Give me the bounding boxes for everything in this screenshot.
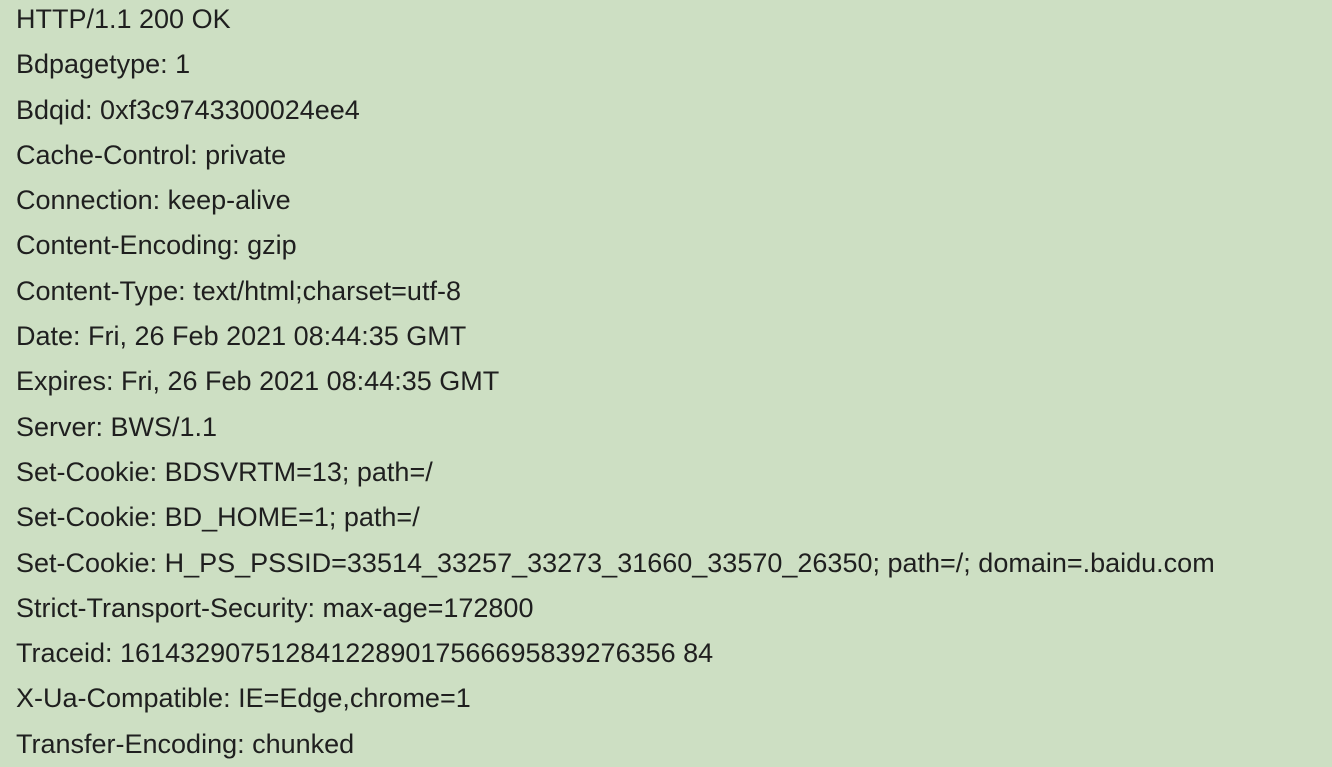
header-transfer-encoding: Transfer-Encoding: chunked xyxy=(16,722,1332,767)
header-x-ua-compatible: X-Ua-Compatible: IE=Edge,chrome=1 xyxy=(16,676,1332,721)
header-set-cookie-h-ps-pssid-text: Set-Cookie: H_PS_PSSID=33514_33257_33273… xyxy=(16,547,1215,578)
header-expires-text: Expires: Fri, 26 Feb 2021 08:44:35 GMT xyxy=(16,366,500,397)
header-bdqid-text: Bdqid: 0xf3c9743300024ee4 xyxy=(16,94,360,125)
header-cache-control-text: Cache-Control: private xyxy=(16,139,287,170)
header-set-cookie-h-ps-pssid: Set-Cookie: H_PS_PSSID=33514_33257_33273… xyxy=(16,541,1332,586)
header-x-ua-compatible-text: X-Ua-Compatible: IE=Edge,chrome=1 xyxy=(16,683,471,714)
header-strict-transport-security: Strict-Transport-Security: max-age=17280… xyxy=(16,586,1332,631)
header-set-cookie-bdsvrtm: Set-Cookie: BDSVRTM=13; path=/ xyxy=(16,450,1332,495)
header-bdpagetype: Bdpagetype: 1 xyxy=(16,42,1332,87)
header-traceid-text: Traceid: 1614329075128412289017566695839… xyxy=(16,638,714,669)
header-strict-transport-security-text: Strict-Transport-Security: max-age=17280… xyxy=(16,592,534,623)
header-content-encoding-text: Content-Encoding: gzip xyxy=(16,230,297,261)
header-content-encoding: Content-Encoding: gzip xyxy=(16,223,1332,268)
header-transfer-encoding-text: Transfer-Encoding: chunked xyxy=(16,728,355,759)
header-content-type: Content-Type: text/html;charset=utf-8 xyxy=(16,269,1332,314)
header-bdpagetype-text: Bdpagetype: 1 xyxy=(16,49,191,80)
header-server: Server: BWS/1.1 xyxy=(16,405,1332,450)
header-expires: Expires: Fri, 26 Feb 2021 08:44:35 GMT xyxy=(16,359,1332,404)
header-cache-control: Cache-Control: private xyxy=(16,133,1332,178)
header-date-text: Date: Fri, 26 Feb 2021 08:44:35 GMT xyxy=(16,321,467,352)
status-line: HTTP/1.1 200 OK xyxy=(16,0,1332,42)
header-bdqid: Bdqid: 0xf3c9743300024ee4 xyxy=(16,88,1332,133)
header-set-cookie-bd-home-text: Set-Cookie: BD_HOME=1; path=/ xyxy=(16,502,420,533)
header-set-cookie-bd-home: Set-Cookie: BD_HOME=1; path=/ xyxy=(16,495,1332,540)
header-content-type-text: Content-Type: text/html;charset=utf-8 xyxy=(16,275,461,306)
header-server-text: Server: BWS/1.1 xyxy=(16,411,218,442)
header-traceid: Traceid: 1614329075128412289017566695839… xyxy=(16,631,1332,676)
header-connection-text: Connection: keep-alive xyxy=(16,185,291,216)
http-response-headers: HTTP/1.1 200 OK Bdpagetype: 1 Bdqid: 0xf… xyxy=(0,0,1332,766)
header-set-cookie-bdsvrtm-text: Set-Cookie: BDSVRTM=13; path=/ xyxy=(16,456,433,487)
header-connection: Connection: keep-alive xyxy=(16,178,1332,223)
status-line-text: HTTP/1.1 200 OK xyxy=(16,4,231,34)
header-date: Date: Fri, 26 Feb 2021 08:44:35 GMT xyxy=(16,314,1332,359)
